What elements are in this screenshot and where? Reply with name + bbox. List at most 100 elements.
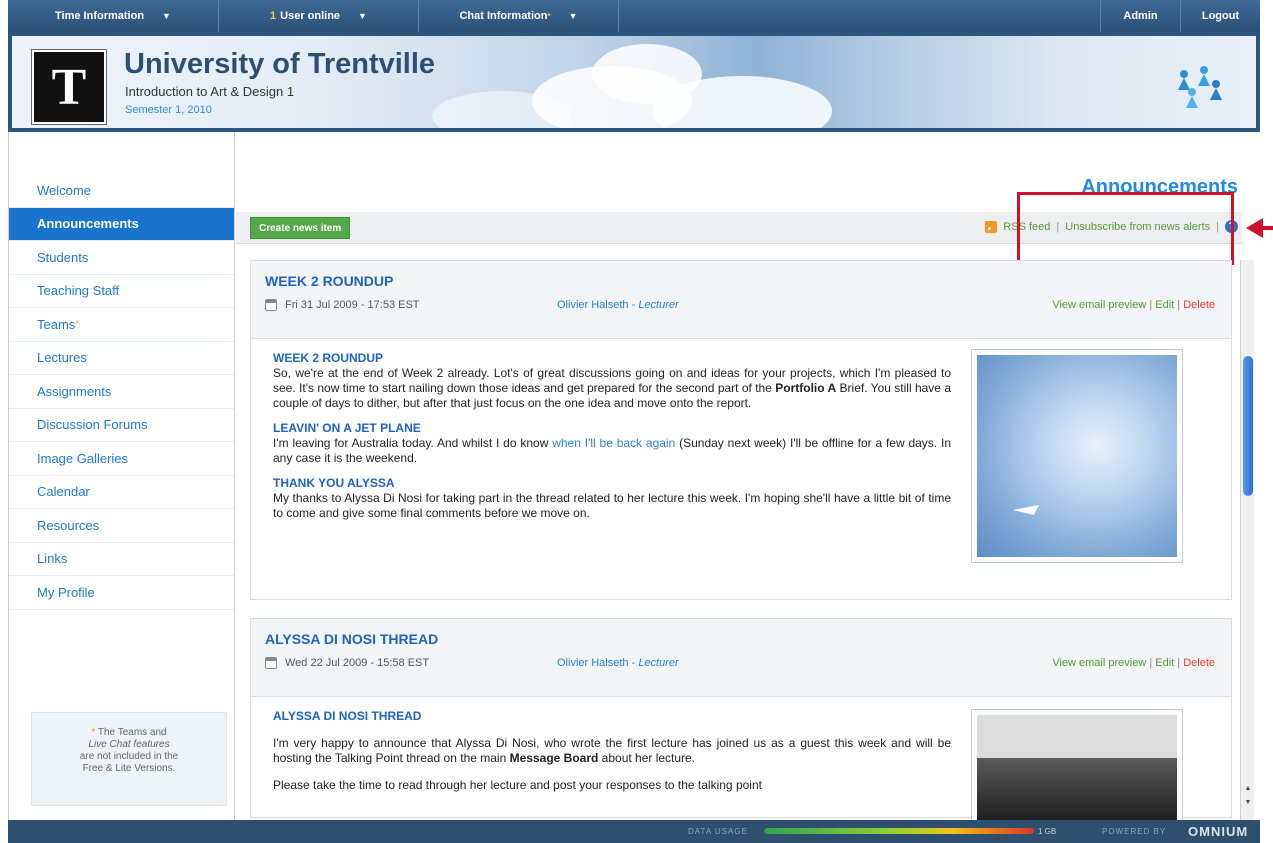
news-item: WEEK 2 ROUNDUP Fri 31 Jul 2009 - 17:53 E…: [250, 260, 1232, 600]
annotation-arrow-tail: [1262, 226, 1273, 230]
paragraph-bold: Portfolio A: [775, 381, 837, 395]
sidebar: Welcome Announcements Students Teaching …: [8, 132, 235, 820]
sidebar-item-image-galleries[interactable]: Image Galleries: [9, 442, 234, 476]
sidebar-item-lectures[interactable]: Lectures: [9, 342, 234, 375]
news-item-date: Fri 31 Jul 2009 - 17:53 EST: [285, 299, 420, 311]
logout-link[interactable]: Logout: [1180, 0, 1260, 32]
version-note-line: Live Chat features: [88, 739, 170, 750]
sidebar-item-resources[interactable]: Resources: [9, 509, 234, 543]
author-role: Lecturer: [638, 299, 679, 311]
news-item-date: Wed 22 Jul 2009 - 15:58 EST: [285, 657, 430, 669]
chevron-down-icon: ▼: [568, 11, 578, 21]
vertical-scrollbar[interactable]: ▲ ▼: [1240, 260, 1254, 820]
news-item-header: WEEK 2 ROUNDUP Fri 31 Jul 2009 - 17:53 E…: [251, 261, 1231, 339]
chalkboard-photo: [977, 715, 1177, 820]
data-usage-bar: [764, 828, 1034, 834]
news-item-actions: View email preview | Edit | Delete: [1052, 657, 1215, 669]
admin-link[interactable]: Admin: [1100, 0, 1180, 32]
sidebar-item-label: Calendar: [37, 484, 90, 500]
data-usage-label: DATA USAGE: [688, 827, 748, 836]
section-title: LEAVIN' ON A JET PLANE: [273, 421, 421, 435]
chat-information-menu[interactable]: Chat Information * ▼: [419, 0, 619, 32]
news-item-image: [971, 349, 1183, 563]
section-paragraph: So, we're at the end of Week 2 already. …: [273, 366, 951, 411]
news-item-text: ALYSSA DI NOSI THREAD I'm very happy to …: [273, 709, 951, 793]
author-name: Olivier Halseth: [557, 299, 629, 311]
sidebar-item-assignments[interactable]: Assignments: [9, 375, 234, 409]
logout-label: Logout: [1201, 10, 1240, 22]
time-information-menu[interactable]: Time Information ▼: [8, 0, 219, 32]
rss-icon[interactable]: [985, 220, 998, 233]
sidebar-item-label: Resources: [37, 517, 100, 533]
chevron-down-icon: ▼: [162, 11, 171, 21]
paragraph-text: I'm leaving for Australia today. And whi…: [273, 436, 549, 450]
delete-link[interactable]: Delete: [1183, 299, 1215, 311]
news-list: WEEK 2 ROUNDUP Fri 31 Jul 2009 - 17:53 E…: [250, 260, 1232, 820]
section-paragraph: I'm leaving for Australia today. And whi…: [273, 436, 951, 466]
data-usage-max: 1 GB: [1038, 827, 1057, 836]
header-banner: T University of Trentville Introduction …: [12, 36, 1256, 128]
news-item-body: WEEK 2 ROUNDUP So, we're at the end of W…: [251, 339, 1231, 599]
paper-plane-icon: [1013, 505, 1039, 515]
site-header: T University of Trentville Introduction …: [8, 32, 1260, 132]
news-item-title[interactable]: ALYSSA DI NOSI THREAD: [265, 631, 1217, 647]
semester-label: Semester 1, 2010: [125, 104, 212, 116]
news-item-body: ALYSSA DI NOSI THREAD I'm very happy to …: [251, 697, 1231, 820]
users-online-menu[interactable]: 1 User online ▼: [219, 0, 419, 32]
sidebar-item-label: Welcome: [37, 182, 91, 198]
feature-star-icon: *: [75, 318, 80, 330]
annotation-arrow-icon: [1246, 218, 1263, 238]
sidebar-item-links[interactable]: Links: [9, 543, 234, 576]
sidebar-item-label: Teaching Staff: [37, 283, 120, 299]
view-email-preview-link[interactable]: View email preview: [1052, 299, 1146, 311]
sidebar-item-label: Teams: [37, 316, 76, 332]
paragraph-bold: Message Board: [509, 751, 599, 765]
news-item-text: WEEK 2 ROUNDUP So, we're at the end of W…: [273, 351, 951, 521]
scroll-up-icon[interactable]: ▲: [1241, 782, 1255, 794]
calendar-icon: [265, 657, 277, 669]
sidebar-item-calendar[interactable]: Calendar: [9, 476, 234, 509]
course-name: Introduction to Art & Design 1: [125, 84, 295, 99]
sidebar-item-my-profile[interactable]: My Profile: [9, 576, 234, 610]
sidebar-item-label: Image Galleries: [37, 450, 129, 466]
sidebar-item-teaching-staff[interactable]: Teaching Staff: [9, 275, 234, 308]
sky-photo: [977, 355, 1177, 557]
main-content: Announcements Create news item RSS feed …: [236, 132, 1273, 820]
sidebar-item-label: Discussion Forums: [37, 417, 148, 433]
news-item-author[interactable]: Olivier Halseth - Lecturer: [557, 299, 679, 311]
section-paragraph: My thanks to Alyssa Di Nosi for taking p…: [273, 491, 951, 520]
edit-link[interactable]: Edit: [1155, 299, 1174, 311]
sidebar-item-discussion-forums[interactable]: Discussion Forums: [9, 409, 234, 442]
section-paragraph: Please take the time to read through her…: [273, 778, 762, 792]
scroll-down-icon[interactable]: ▼: [1241, 796, 1255, 808]
chevron-down-icon: ▼: [358, 11, 367, 21]
news-item-title[interactable]: WEEK 2 ROUNDUP: [265, 273, 1217, 289]
sidebar-item-welcome[interactable]: Welcome: [9, 174, 234, 208]
news-item-meta: Wed 22 Jul 2009 - 15:58 EST Olivier Hals…: [265, 657, 1217, 669]
admin-label: Admin: [1123, 10, 1158, 22]
sidebar-item-label: Students: [37, 249, 89, 265]
omnium-logo: OMNIUM: [1188, 824, 1249, 839]
sidebar-item-teams[interactable]: Teams *: [9, 308, 234, 342]
news-item-image: [971, 709, 1183, 820]
version-note-line: Free & Lite Versions.: [82, 763, 176, 774]
people-network-icon: [1178, 66, 1222, 108]
view-email-preview-link[interactable]: View email preview: [1052, 657, 1146, 669]
calendar-icon: [265, 299, 277, 311]
time-information-label: Time Information: [55, 10, 145, 22]
delete-link[interactable]: Delete: [1183, 657, 1215, 669]
paragraph-text: about her lecture.: [601, 751, 696, 765]
sidebar-item-announcements[interactable]: Announcements: [9, 207, 234, 241]
sidebar-nav: Welcome Announcements Students Teaching …: [9, 174, 234, 610]
sidebar-item-students[interactable]: Students: [9, 241, 234, 275]
sidebar-item-label: Links: [37, 551, 68, 567]
section-paragraph: I'm very happy to announce that Alyssa D…: [273, 736, 951, 766]
inline-link[interactable]: when I'll be back again: [552, 436, 675, 450]
create-news-item-button[interactable]: Create news item: [250, 217, 351, 239]
news-item-author[interactable]: Olivier Halseth - Lecturer: [557, 657, 679, 669]
edit-link[interactable]: Edit: [1155, 657, 1174, 669]
version-note: * The Teams and Live Chat features are n…: [31, 712, 227, 806]
scrollbar-thumb[interactable]: [1243, 356, 1253, 496]
news-item-actions: View email preview | Edit | Delete: [1052, 299, 1215, 311]
users-online-count: 1: [270, 10, 277, 22]
